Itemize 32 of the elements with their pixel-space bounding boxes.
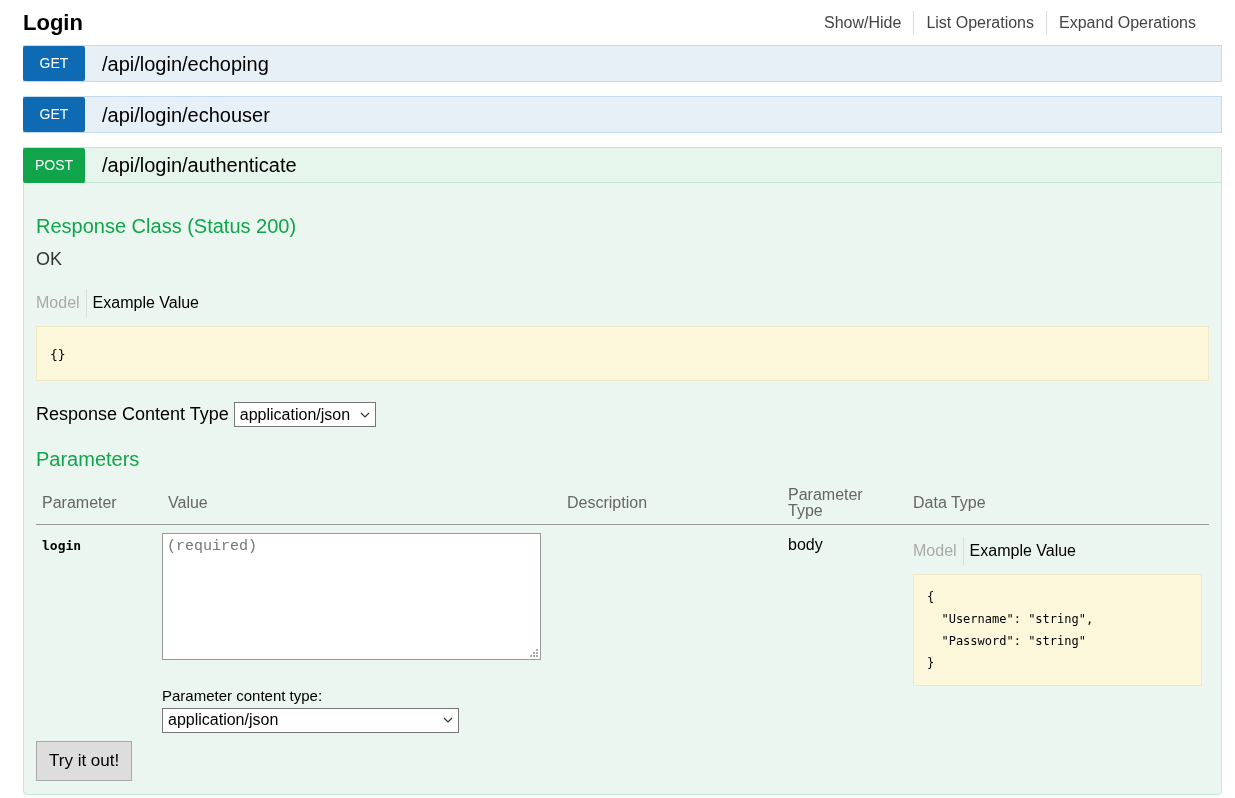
- resource-title: Login: [23, 9, 83, 37]
- header-link[interactable]: Expand Operations: [1046, 10, 1208, 35]
- method-badge[interactable]: GET: [23, 46, 85, 81]
- method-badge[interactable]: GET: [23, 97, 85, 132]
- column-header: Data Type: [913, 493, 986, 511]
- content-type-select[interactable]: application/json: [233, 402, 377, 427]
- example-code: {}: [36, 326, 1209, 381]
- resize-grip-icon[interactable]: [529, 648, 539, 658]
- snippet-tab[interactable]: Example Value: [85, 289, 205, 317]
- snippet-tab[interactable]: Example Value: [962, 537, 1082, 565]
- header-link[interactable]: Show/Hide: [812, 10, 914, 35]
- section-heading: Parameters: [36, 447, 141, 472]
- value-input[interactable]: (required): [162, 533, 541, 660]
- content-type-label: Response Content Type: [36, 403, 229, 426]
- response-description: OK: [36, 248, 63, 271]
- column-header: Value: [168, 493, 208, 511]
- example-code: { "Username": "string", "Password": "string" }: [913, 574, 1202, 686]
- content-type-label: Parameter content type:: [162, 686, 324, 706]
- parameter-content-type-select[interactable]: application/json: [162, 707, 459, 733]
- operation-path[interactable]: /api/login/echouser: [102, 99, 270, 130]
- header-link[interactable]: List Operations: [913, 10, 1046, 35]
- section-heading: Response Class (Status 200): [36, 214, 298, 239]
- operation-path[interactable]: /api/login/echoping: [102, 48, 269, 79]
- column-header: Parameter: [42, 493, 117, 511]
- caret-icon: [443, 717, 453, 723]
- try-it-out-button[interactable]: Try it out!: [36, 740, 133, 781]
- column-header: Parameter Type: [788, 486, 864, 519]
- caret-icon: [360, 411, 371, 418]
- parameter-name: login: [42, 538, 82, 553]
- column-header: Description: [567, 493, 648, 511]
- operation-path[interactable]: /api/login/authenticate: [102, 150, 297, 180]
- parameter-type: body: [788, 536, 823, 553]
